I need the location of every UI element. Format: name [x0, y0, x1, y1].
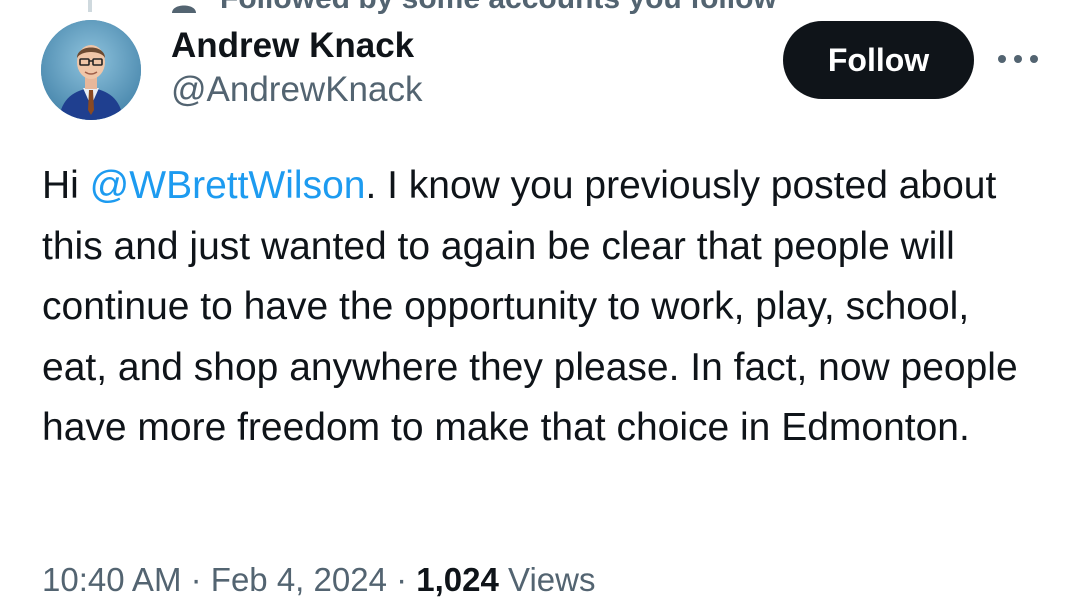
mention-link[interactable]: @WBrettWilson	[90, 164, 366, 207]
more-options-button[interactable]	[996, 44, 1040, 74]
social-context[interactable]: Followed by some accounts you follow	[170, 0, 777, 16]
profile-photo-icon	[41, 20, 141, 120]
author-names: Andrew Knack @AndrewKnack	[171, 24, 422, 112]
views-count: 1,024	[416, 561, 499, 598]
meta-separator: ·	[190, 561, 202, 598]
more-horizontal-icon	[998, 55, 1006, 63]
more-horizontal-icon-dot	[1014, 55, 1022, 63]
avatar[interactable]	[41, 20, 141, 120]
thread-connector-line	[88, 0, 92, 12]
tweet-meta: 10:40 AM · Feb 4, 2024 · 1,024 Views	[42, 558, 595, 602]
tweet-detail: Followed by some accounts you follow	[0, 0, 1080, 616]
user-handle[interactable]: @AndrewKnack	[171, 68, 422, 112]
tweet-text: Hi @WBrettWilson. I know you previously …	[42, 156, 1042, 459]
social-context-text: Followed by some accounts you follow	[220, 0, 777, 16]
follow-button[interactable]: Follow	[783, 21, 974, 99]
person-icon	[170, 0, 198, 13]
display-name[interactable]: Andrew Knack	[171, 24, 422, 68]
views-label: Views	[508, 561, 596, 598]
meta-separator: ·	[396, 561, 408, 598]
tweet-text-segment: Hi	[42, 164, 90, 207]
tweet-time[interactable]: 10:40 AM	[42, 561, 181, 598]
tweet-date[interactable]: Feb 4, 2024	[211, 561, 387, 598]
more-horizontal-icon-dot	[1030, 55, 1038, 63]
